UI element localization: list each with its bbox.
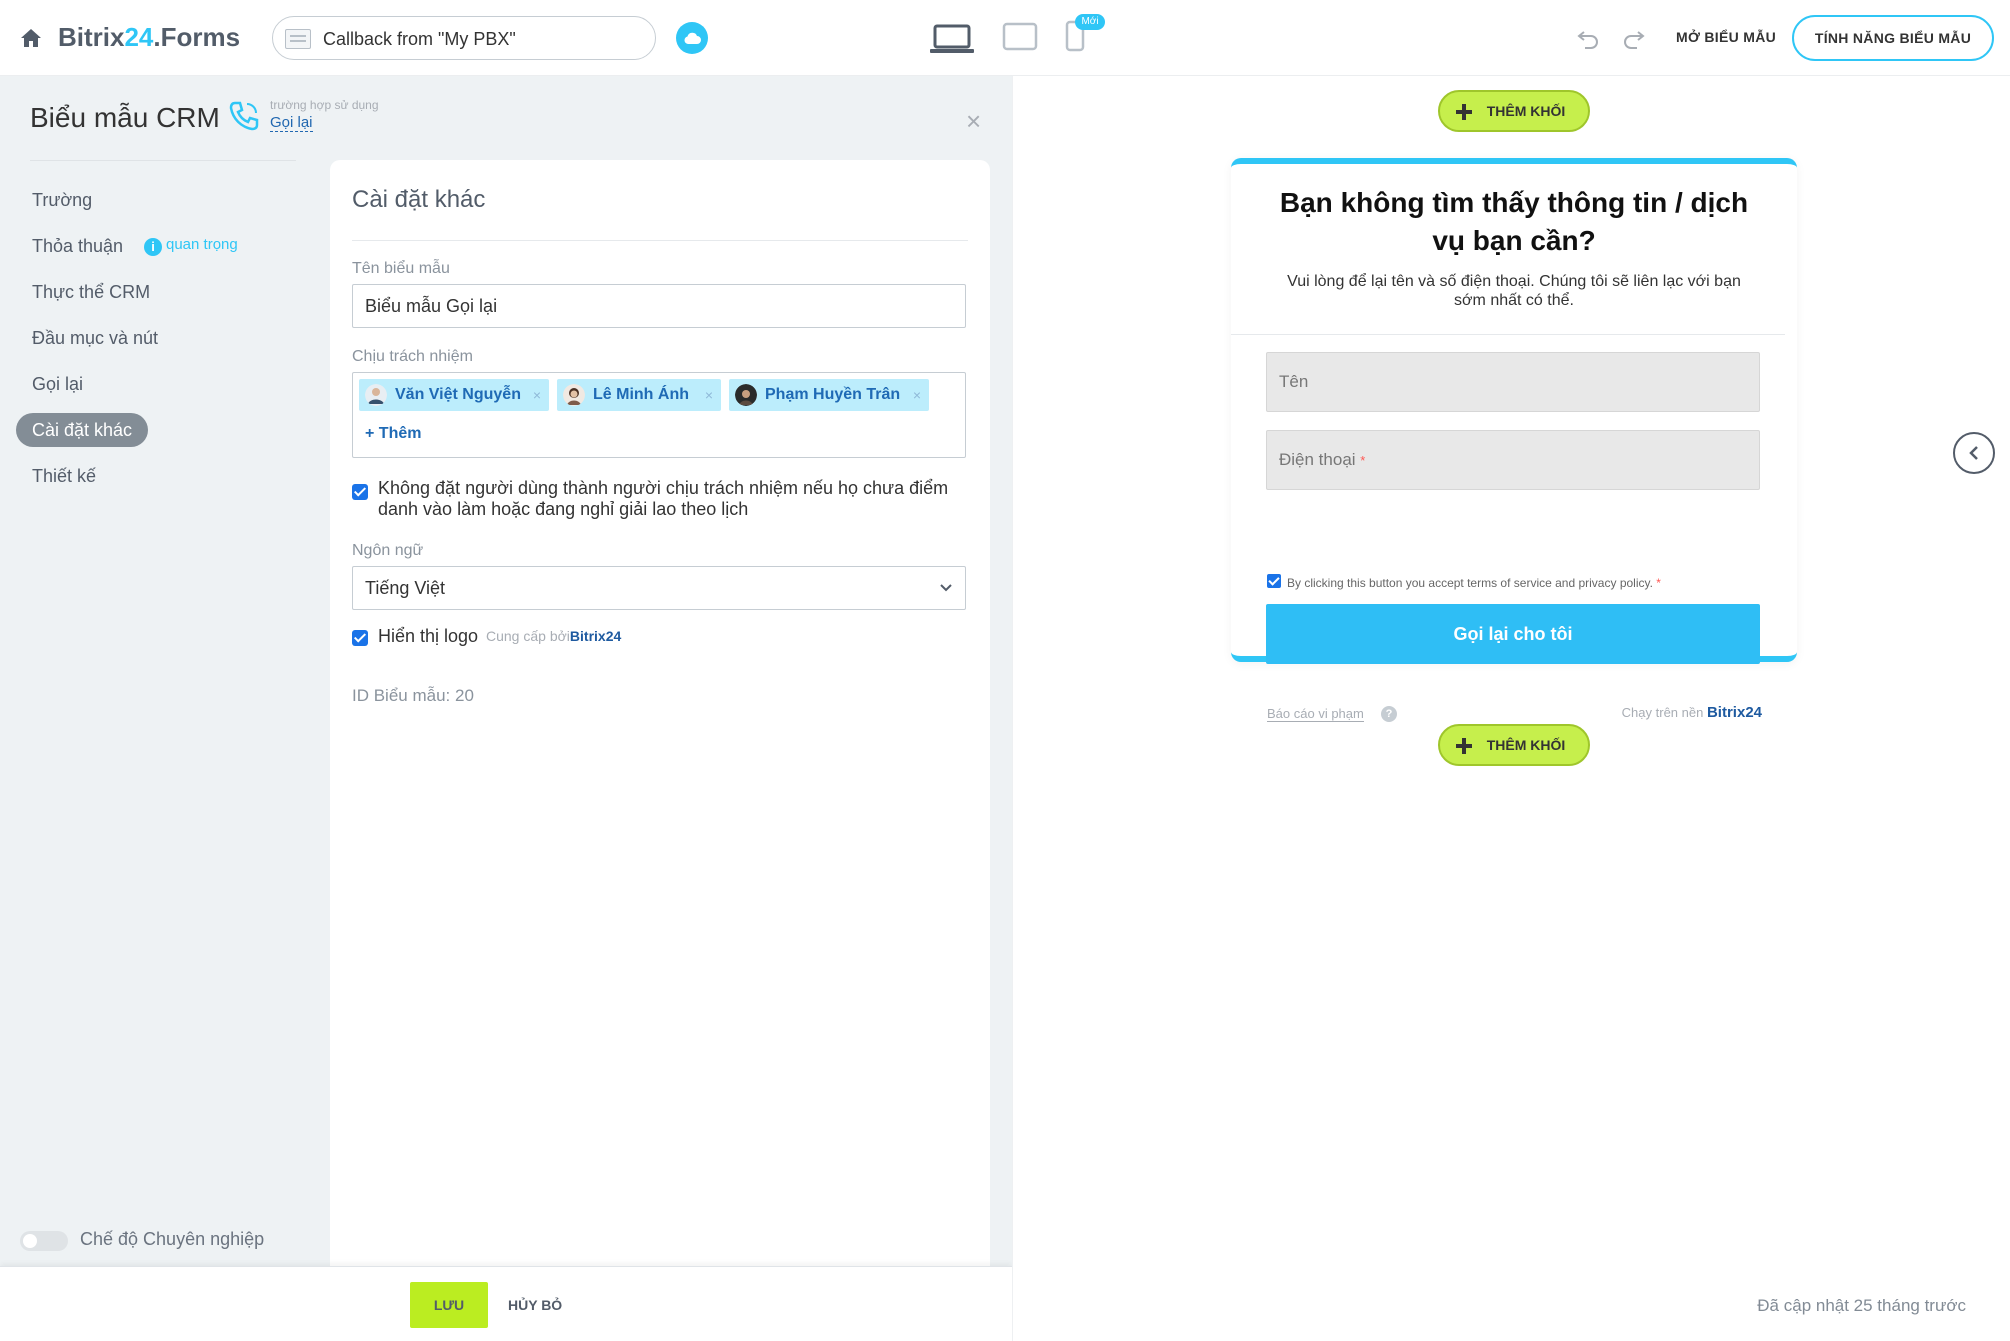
form-name-input[interactable]: Biểu mẫu Gọi lại xyxy=(352,284,966,328)
avatar xyxy=(563,384,585,406)
redo-icon[interactable] xyxy=(1622,26,1646,50)
close-icon[interactable]: × xyxy=(966,108,981,134)
avatar xyxy=(365,384,387,406)
phone-field[interactable]: Điện thoại * xyxy=(1266,430,1760,490)
form-selector-value: Callback from "My PBX" xyxy=(323,29,516,49)
remove-icon[interactable]: × xyxy=(705,379,713,411)
runs-on-label: Chạy trên nền Bitrix24 xyxy=(1621,704,1762,721)
language-label: Ngôn ngữ xyxy=(352,542,424,559)
nav-item-header-buttons[interactable]: Đầu mục và nút xyxy=(16,321,174,355)
report-abuse-link[interactable]: Báo cáo vi phạm xyxy=(1267,706,1364,722)
form-preview: THÊM KHỐI Bạn không tìm thấy thông tin /… xyxy=(1012,76,2010,1341)
top-bar: Bitrix24.Forms Callback from "My PBX" Mớ… xyxy=(0,0,2010,76)
responsible-selector[interactable]: Văn Việt Nguyễn × Lê Minh Ánh × Phạm Huyền… xyxy=(352,372,966,458)
card-title: Cài đặt khác xyxy=(352,186,486,213)
important-badge[interactable]: i quan trọng xyxy=(144,236,238,256)
form-heading: Bạn không tìm thấy thông tin / dịch vụ b… xyxy=(1279,187,1749,256)
responsible-label: Chịu trách nhiệm xyxy=(352,348,473,365)
last-updated: Đã cập nhật 25 tháng trước xyxy=(1757,1296,1966,1315)
scenario-link[interactable]: Gọi lại xyxy=(270,114,313,132)
plus-icon xyxy=(1456,104,1472,120)
plus-icon xyxy=(1456,738,1472,754)
show-logo-checkbox[interactable] xyxy=(352,630,368,646)
phone-icon xyxy=(229,101,259,131)
pro-mode-toggle[interactable] xyxy=(20,1231,68,1251)
cancel-button[interactable]: HỦY BỎ xyxy=(508,1282,562,1328)
nav-item-callback[interactable]: Gọi lại xyxy=(16,367,99,401)
other-settings-card: Cài đặt khác Tên biểu mẫu Biểu mẫu Gọi l… xyxy=(330,160,990,1266)
form-icon xyxy=(285,29,311,49)
form-features-button[interactable]: TÍNH NĂNG BIỂU MẪU xyxy=(1792,15,1994,61)
form-name-label: Tên biểu mẫu xyxy=(352,260,450,277)
scenario-label: trường hợp sử dụng xyxy=(270,98,379,112)
bottom-action-bar: LƯU HỦY BỎ xyxy=(0,1266,1012,1341)
nav-item-design[interactable]: Thiết kế xyxy=(16,459,112,493)
form-subheading: Vui lòng để lại tên và số điện thoại. Ch… xyxy=(1287,273,1741,309)
responsible-tag[interactable]: Văn Việt Nguyễn × xyxy=(359,379,549,411)
chevron-left-icon xyxy=(1969,446,1978,460)
language-value: Tiếng Việt xyxy=(365,578,446,598)
home-icon[interactable] xyxy=(20,28,42,48)
show-logo-label: Hiển thị logo xyxy=(378,626,479,646)
pro-mode-label: Chế độ Chuyên nghiệp xyxy=(80,1229,265,1249)
help-icon[interactable]: ? xyxy=(1381,706,1397,722)
undo-icon[interactable] xyxy=(1576,26,1600,50)
collapse-panel-button[interactable] xyxy=(1953,432,1995,474)
nav-item-crm-entities[interactable]: Thực thể CRM xyxy=(16,275,166,309)
avatar xyxy=(735,384,757,406)
preview-form-card: Bạn không tìm thấy thông tin / dịch vụ b… xyxy=(1231,158,1797,722)
nav-item-fields[interactable]: Trường xyxy=(16,183,108,217)
name-field[interactable]: Tên xyxy=(1266,352,1760,412)
callback-submit-button[interactable]: Gọi lại cho tôi xyxy=(1266,604,1760,664)
add-block-button[interactable]: THÊM KHỐI xyxy=(1438,90,1590,132)
cloud-icon xyxy=(684,32,701,44)
add-responsible-button[interactable]: + Thêm xyxy=(365,425,421,443)
form-id: ID Biểu mẫu: 20 xyxy=(352,686,474,705)
info-icon: i xyxy=(144,238,162,256)
responsible-tag[interactable]: Lê Minh Ánh × xyxy=(557,379,721,411)
save-button[interactable]: LƯU xyxy=(410,1282,488,1328)
add-block-button[interactable]: THÊM KHỐI xyxy=(1438,724,1590,766)
responsible-tag[interactable]: Phạm Huyền Trân × xyxy=(729,379,929,411)
powered-by: Cung cấp bởiBitrix24 xyxy=(486,628,622,644)
nav-item-agreements[interactable]: Thỏa thuận xyxy=(16,229,139,263)
nav-item-other-settings[interactable]: Cài đặt khác xyxy=(16,413,149,447)
divider xyxy=(352,240,968,241)
settings-panel: Biểu mẫu CRM trường hợp sử dụng Gọi lại … xyxy=(0,76,1012,1266)
open-form-link[interactable]: MỞ BIỂU MẪU xyxy=(1676,29,1776,45)
tablet-preview-icon[interactable] xyxy=(1002,22,1038,52)
remove-icon[interactable]: × xyxy=(913,379,921,411)
language-select[interactable]: Tiếng Việt xyxy=(352,566,966,610)
terms-label: By clicking this button you accept terms… xyxy=(1287,576,1661,590)
divider xyxy=(1231,334,1785,335)
new-badge: Mới xyxy=(1075,14,1105,30)
skip-absent-checkbox[interactable] xyxy=(352,484,368,500)
chevron-down-icon xyxy=(940,584,952,592)
terms-checkbox[interactable] xyxy=(1267,574,1281,588)
divider xyxy=(30,160,296,161)
remove-icon[interactable]: × xyxy=(533,379,541,411)
form-selector[interactable]: Callback from "My PBX" xyxy=(272,16,656,60)
cloud-sync-button[interactable] xyxy=(676,22,708,54)
app-brand: Bitrix24.Forms xyxy=(58,22,241,52)
desktop-preview-icon[interactable] xyxy=(930,24,974,54)
skip-absent-label: Không đặt người dùng thành người chịu tr… xyxy=(378,478,949,519)
panel-title: Biểu mẫu CRM xyxy=(30,102,220,133)
